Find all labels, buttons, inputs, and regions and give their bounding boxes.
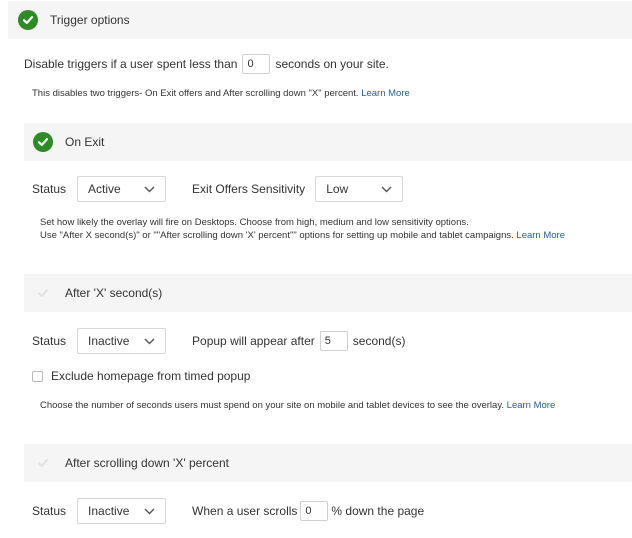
on-exit-help: Set how likely the overlay will fire on … <box>40 216 565 242</box>
popup-delay-prefix: Popup will appear after <box>192 334 315 348</box>
on-exit-status-value: Active <box>88 182 121 196</box>
after-seconds-title: After 'X' second(s) <box>65 286 163 300</box>
exclude-homepage-label: Exclude homepage from timed popup <box>51 369 251 383</box>
after-seconds-status-label: Status <box>32 334 67 348</box>
exclude-homepage-row: Exclude homepage from timed popup <box>32 368 250 384</box>
exit-sensitivity-value: Low <box>326 182 349 196</box>
check-circle-icon[interactable] <box>33 132 53 152</box>
scroll-percent-input[interactable]: 0 <box>300 501 329 521</box>
trigger-options-help-text: This disables two triggers- On Exit offe… <box>32 88 359 99</box>
after-seconds-header: After 'X' second(s) <box>24 274 632 312</box>
trigger-options-header: Trigger options <box>8 1 632 39</box>
on-exit-status-label: Status <box>32 182 67 196</box>
check-icon[interactable] <box>33 453 53 473</box>
check-circle-icon <box>18 10 38 30</box>
after-seconds-status-row: Status Inactive Popup will appear after … <box>32 328 405 354</box>
disable-triggers-row: Disable triggers if a user spent less th… <box>24 54 389 74</box>
exit-sensitivity-select[interactable]: Low <box>315 176 404 202</box>
on-exit-status-select[interactable]: Active <box>77 176 167 202</box>
after-scrolling-status-select[interactable]: Inactive <box>77 498 167 524</box>
disable-triggers-prefix: Disable triggers if a user spent less th… <box>24 57 238 71</box>
chevron-down-icon <box>144 508 155 514</box>
disable-seconds-input[interactable]: 0 <box>242 54 271 74</box>
after-scrolling-header: After scrolling down 'X' percent <box>24 444 632 482</box>
on-exit-status-row: Status Active Exit Offers Sensitivity Lo… <box>32 176 404 202</box>
scroll-percent-suffix: % down the page <box>331 504 425 518</box>
trigger-options-learn-more-link[interactable]: Learn More <box>361 88 410 99</box>
after-seconds-help-text: Choose the number of seconds users must … <box>40 400 505 411</box>
scroll-percent-prefix: When a user scrolls <box>192 504 298 518</box>
on-exit-title: On Exit <box>65 135 105 149</box>
on-exit-help-line2: Use "After X second(s)" or ""After scrol… <box>40 230 514 241</box>
exit-sensitivity-label: Exit Offers Sensitivity <box>192 182 306 196</box>
disable-triggers-suffix: seconds on your site. <box>275 57 389 71</box>
after-seconds-status-value: Inactive <box>88 334 130 348</box>
popup-delay-suffix: second(s) <box>352 334 406 348</box>
after-scrolling-status-row: Status Inactive When a user scrolls 0 % … <box>32 498 424 524</box>
trigger-options-title: Trigger options <box>50 13 130 27</box>
after-seconds-learn-more-link[interactable]: Learn More <box>507 400 556 411</box>
exclude-homepage-checkbox[interactable] <box>32 370 43 382</box>
popup-delay-input[interactable]: 5 <box>319 331 348 351</box>
after-scrolling-status-label: Status <box>32 504 67 518</box>
chevron-down-icon <box>381 186 392 192</box>
trigger-options-help: This disables two triggers- On Exit offe… <box>32 87 410 100</box>
on-exit-learn-more-link[interactable]: Learn More <box>516 230 565 241</box>
on-exit-header: On Exit <box>24 123 632 161</box>
chevron-down-icon <box>144 338 155 344</box>
check-icon[interactable] <box>33 283 53 303</box>
after-scrolling-title: After scrolling down 'X' percent <box>65 456 229 470</box>
after-seconds-help: Choose the number of seconds users must … <box>40 399 555 412</box>
after-scrolling-status-value: Inactive <box>88 504 130 518</box>
after-seconds-status-select[interactable]: Inactive <box>77 328 167 354</box>
on-exit-help-line1: Set how likely the overlay will fire on … <box>40 217 469 228</box>
chevron-down-icon <box>144 186 155 192</box>
